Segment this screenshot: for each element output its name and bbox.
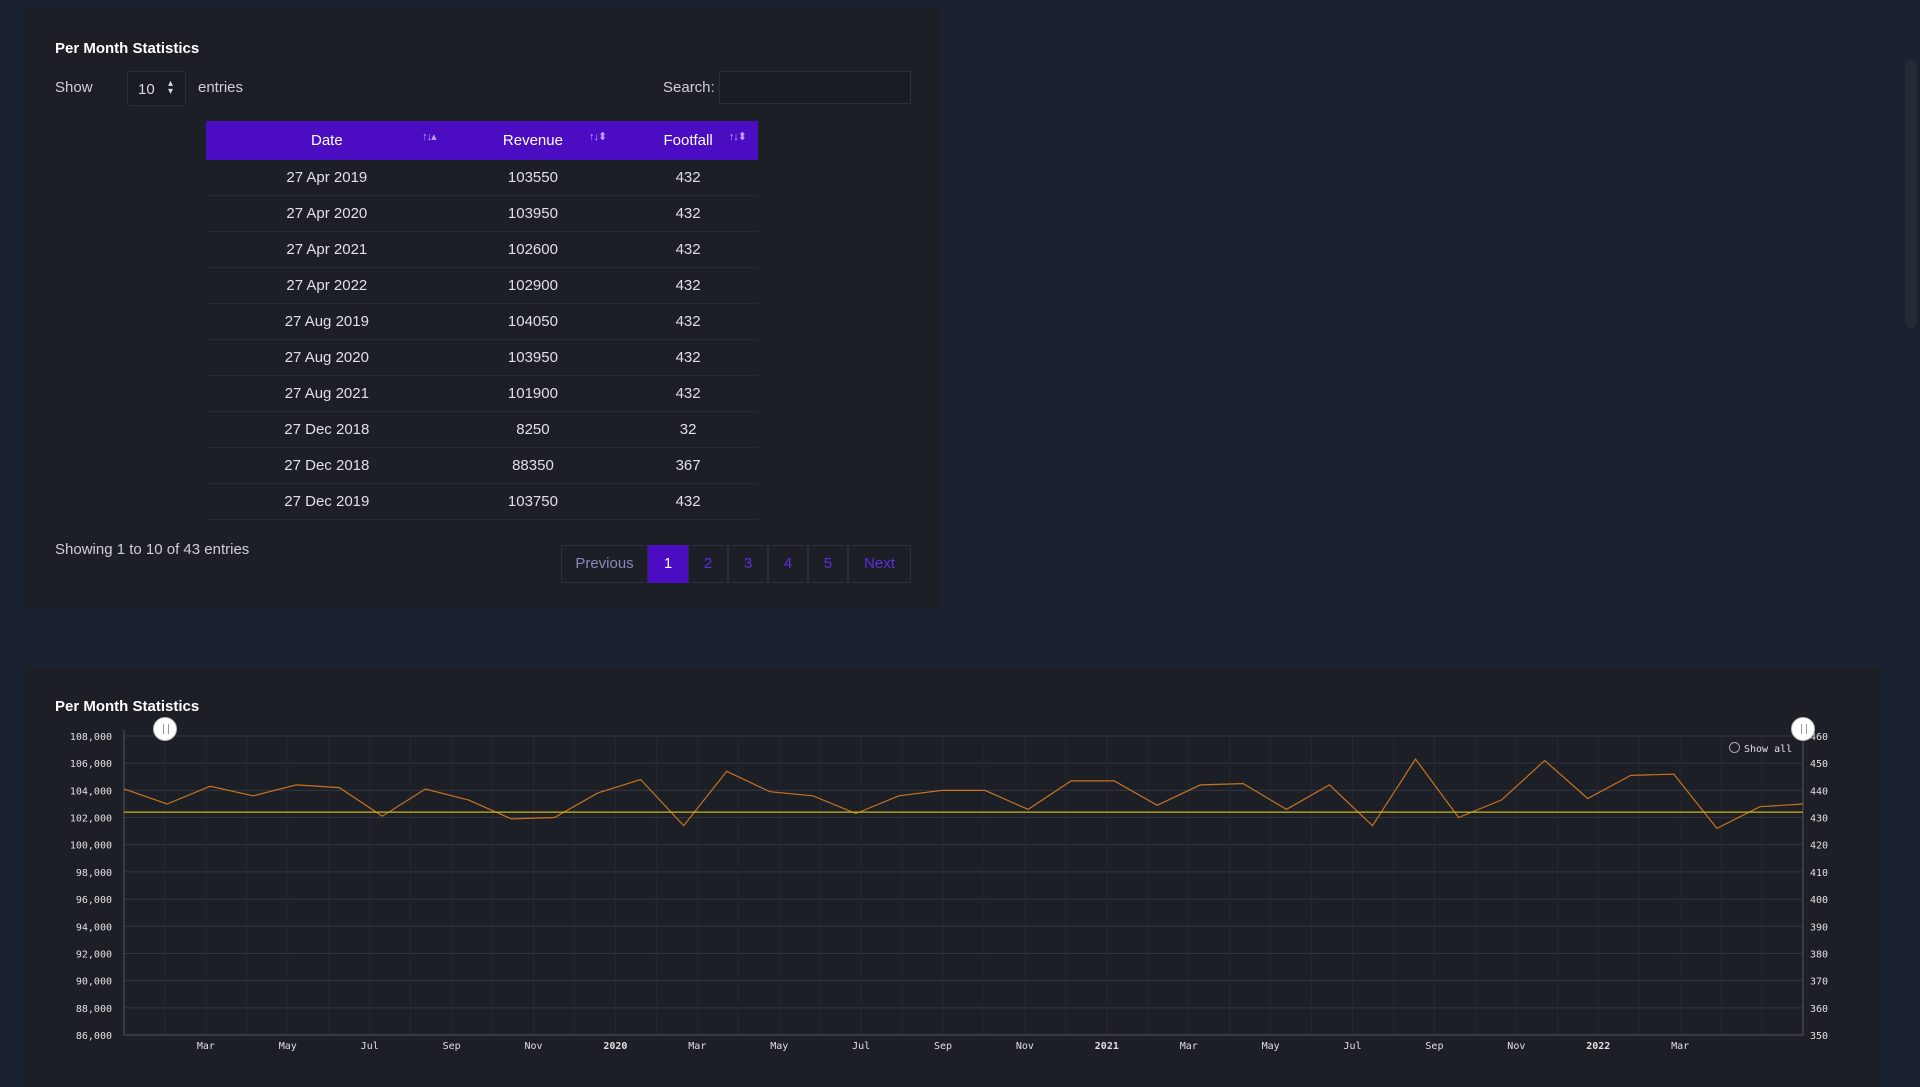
x-tick-label: 2021 (1095, 1041, 1119, 1052)
y-right-tick-label: 450 (1810, 759, 1828, 770)
x-tick-label: 2020 (603, 1041, 627, 1052)
x-tick-label: 2022 (1586, 1041, 1610, 1052)
show-all-label: Show all (1744, 744, 1793, 755)
y-left-tick-label: 102,000 (70, 814, 112, 825)
y-left-tick-label: 90,000 (76, 977, 112, 988)
y-right-tick-label: 420 (1810, 841, 1828, 852)
x-tick-label: Sep (443, 1041, 461, 1052)
show-all-button[interactable]: Show all (1729, 742, 1792, 755)
x-tick-label: Sep (934, 1041, 952, 1052)
y-left-tick-label: 100,000 (70, 841, 112, 852)
x-tick-label: Jul (1344, 1041, 1362, 1052)
y-right-tick-label: 410 (1810, 868, 1828, 879)
y-right-tick-label: 400 (1810, 895, 1828, 906)
x-tick-label: Jul (852, 1041, 870, 1052)
x-tick-label: Nov (524, 1041, 542, 1052)
x-tick-label: May (279, 1041, 297, 1052)
y-right-tick-label: 360 (1810, 1004, 1828, 1015)
x-tick-label: Nov (1507, 1041, 1525, 1052)
line-chart: 108,000 460106,000 450104,000 440102,000 430… (70, 730, 1828, 1052)
y-left-tick-label: 86,000 (76, 1031, 112, 1042)
y-left-tick-label: 92,000 (76, 949, 112, 960)
y-right-tick-label: 440 (1810, 786, 1828, 797)
range-start-handle[interactable] (153, 717, 177, 741)
x-tick-label: Mar (1671, 1041, 1689, 1052)
y-left-tick-label: 104,000 (70, 786, 112, 797)
x-tick-label: May (770, 1041, 788, 1052)
y-right-tick-label: 370 (1810, 977, 1828, 988)
y-right-tick-label: 390 (1810, 922, 1828, 933)
y-left-tick-label: 96,000 (76, 895, 112, 906)
x-tick-label: Mar (688, 1041, 706, 1052)
range-end-handle[interactable] (1791, 717, 1815, 741)
x-tick-label: Mar (1180, 1041, 1198, 1052)
y-right-tick-label: 350 (1810, 1031, 1828, 1042)
y-left-tick-label: 106,000 (70, 759, 112, 770)
y-left-tick-label: 108,000 (70, 732, 112, 743)
y-right-tick-label: 430 (1810, 814, 1828, 825)
y-right-tick-label: 380 (1810, 949, 1828, 960)
x-tick-label: Sep (1425, 1041, 1443, 1052)
y-left-tick-label: 88,000 (76, 1004, 112, 1015)
x-tick-label: Mar (197, 1041, 215, 1052)
x-tick-label: May (1262, 1041, 1280, 1052)
y-left-tick-label: 98,000 (76, 868, 112, 879)
zoom-icon (1729, 742, 1740, 753)
x-tick-label: Nov (1016, 1041, 1034, 1052)
x-tick-label: Jul (361, 1041, 379, 1052)
y-left-tick-label: 94,000 (76, 922, 112, 933)
